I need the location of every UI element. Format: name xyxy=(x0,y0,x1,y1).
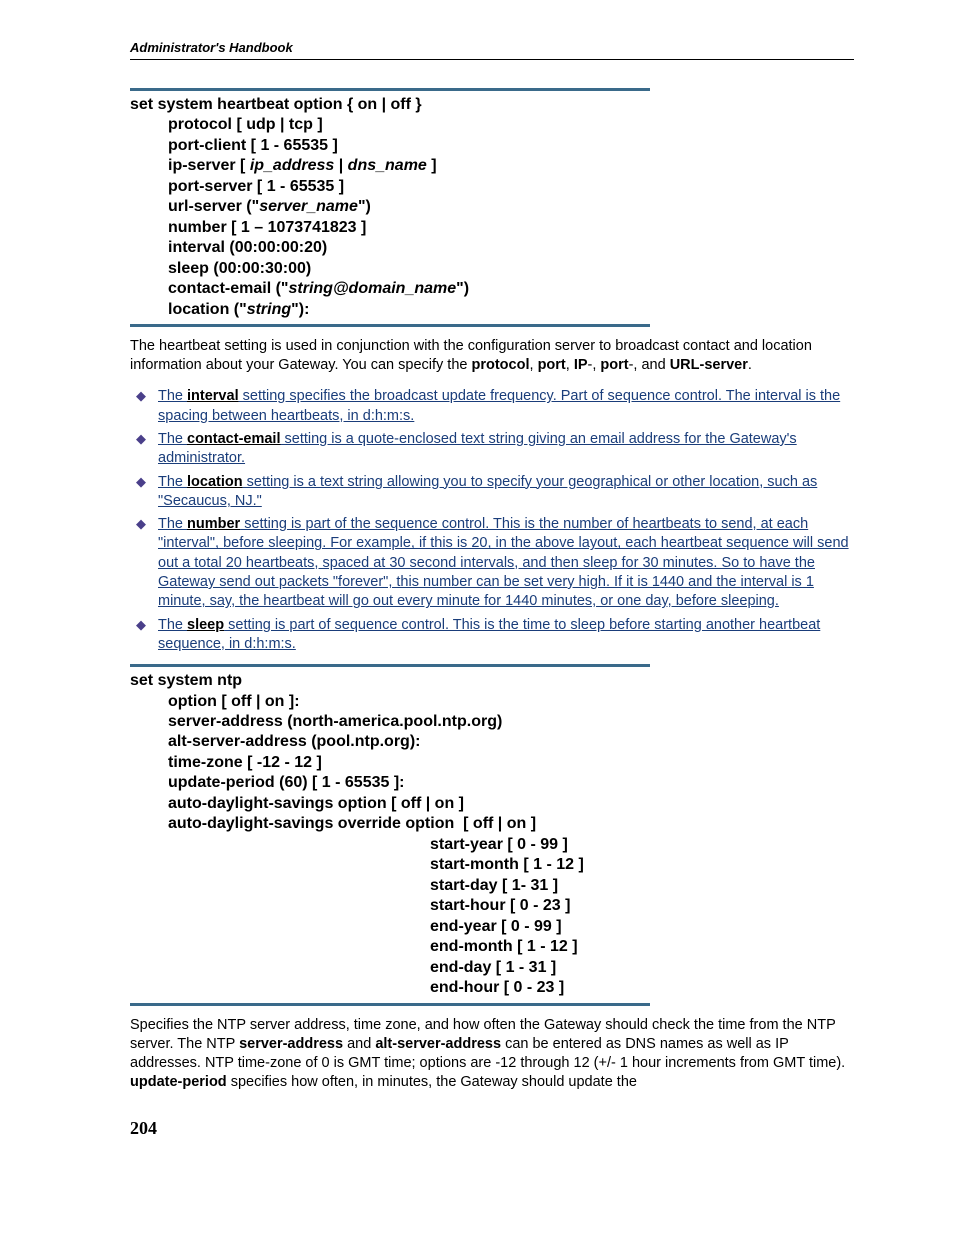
cmd-line: protocol [ udp | tcp ] xyxy=(130,115,323,135)
cmd-line: time-zone [ -12 - 12 ] xyxy=(130,753,322,773)
cmd-line: port-client [ 1 - 65535 ] xyxy=(130,136,338,156)
command-box: set system ntp option [ off | on ]: serv… xyxy=(130,664,650,1006)
cmd-line: end-day [ 1 - 31 ] xyxy=(130,958,556,978)
cmd-line: start-hour [ 0 - 23 ] xyxy=(130,896,570,916)
cmd-line: alt-server-address (pool.ntp.org): xyxy=(130,732,420,752)
cmd-line: url-server ("server_name") xyxy=(130,197,371,217)
cmd-line: end-hour [ 0 - 23 ] xyxy=(130,978,564,998)
cmd-line: auto-daylight-savings option [ off | on … xyxy=(130,794,464,814)
cmd-line: auto-daylight-savings override option [ … xyxy=(130,814,536,834)
page-number: 204 xyxy=(130,1118,854,1139)
cmd-line: option [ off | on ]: xyxy=(130,692,300,712)
paragraph: Specifies the NTP server address, time z… xyxy=(130,1016,854,1093)
list-item: The sleep setting is part of sequence co… xyxy=(130,616,854,655)
paragraph: The heartbeat setting is used in conjunc… xyxy=(130,337,854,375)
cmd-line: start-month [ 1 - 12 ] xyxy=(130,855,584,875)
list-item: The number setting is part of the sequen… xyxy=(130,515,854,611)
page-header: Administrator's Handbook xyxy=(130,40,854,60)
cmd-line: port-server [ 1 - 65535 ] xyxy=(130,177,344,197)
page: Administrator's Handbook set system hear… xyxy=(0,0,954,1179)
cmd-line: end-month [ 1 - 12 ] xyxy=(130,937,578,957)
cmd-line: number [ 1 – 1073741823 ] xyxy=(130,218,366,238)
list-item: The contact-email setting is a quote-enc… xyxy=(130,430,854,469)
command-box: set system heartbeat option { on | off }… xyxy=(130,88,650,327)
cmd-line: ip-server [ ip_address | dns_name ] xyxy=(130,156,437,176)
cmd-line: contact-email ("string@domain_name") xyxy=(130,279,469,299)
bullet-list: The interval setting specifies the broad… xyxy=(130,387,854,654)
cmd-line: end-year [ 0 - 99 ] xyxy=(130,917,562,937)
list-item: The location setting is a text string al… xyxy=(130,473,854,512)
cmd-line: location ("string"): xyxy=(130,300,309,320)
command-block-ntp: set system ntp option [ off | on ]: serv… xyxy=(130,664,854,1006)
cmd-line: set system ntp xyxy=(130,671,650,691)
cmd-line: start-day [ 1- 31 ] xyxy=(130,876,558,896)
cmd-line: update-period (60) [ 1 - 65535 ]: xyxy=(130,773,405,793)
cmd-line: set system heartbeat option { on | off } xyxy=(130,95,650,115)
cmd-line: start-year [ 0 - 99 ] xyxy=(130,835,568,855)
list-item: The interval setting specifies the broad… xyxy=(130,387,854,426)
cmd-line: interval (00:00:00:20) xyxy=(130,238,327,258)
command-block-heartbeat: set system heartbeat option { on | off }… xyxy=(130,88,854,327)
cmd-line: sleep (00:00:30:00) xyxy=(130,259,311,279)
cmd-line: server-address (north-america.pool.ntp.o… xyxy=(130,712,502,732)
